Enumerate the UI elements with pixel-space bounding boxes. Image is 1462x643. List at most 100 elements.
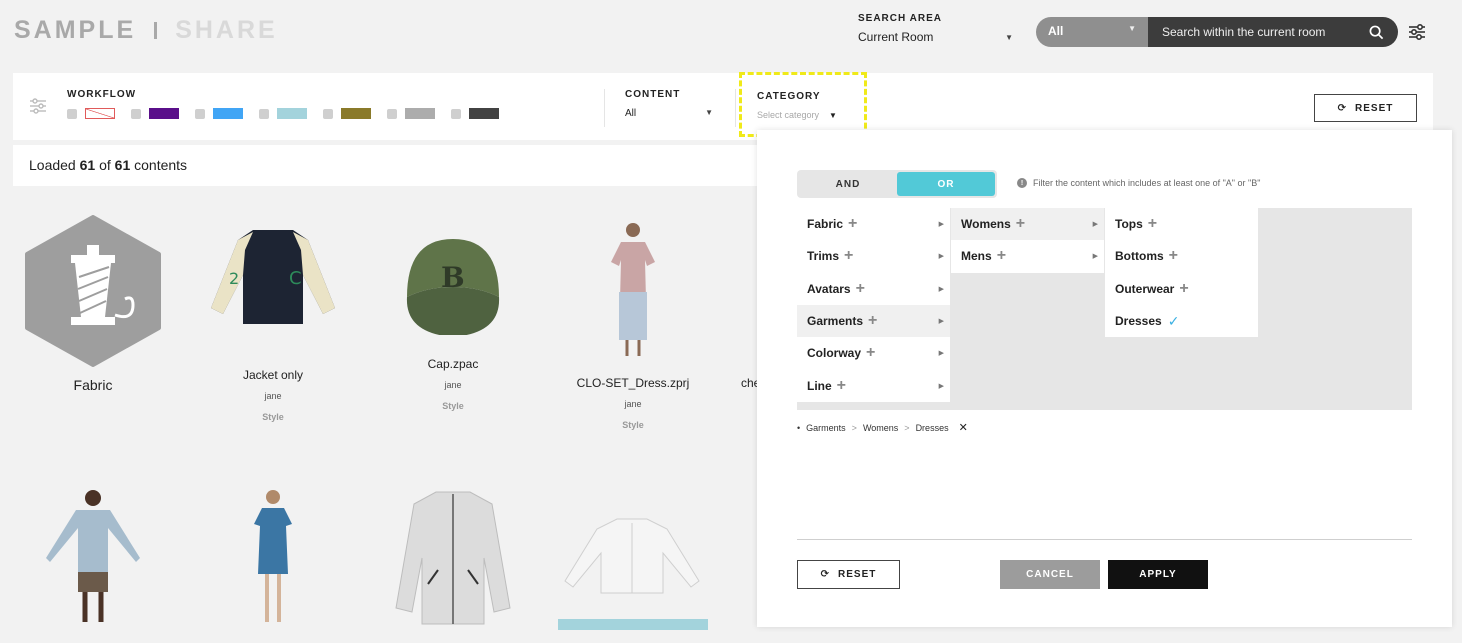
search-input[interactable] xyxy=(1162,25,1362,39)
advanced-settings-icon[interactable] xyxy=(1408,23,1426,41)
category-item[interactable]: Colorway + ▶ xyxy=(797,337,950,370)
workflow-checkbox[interactable] xyxy=(387,108,397,119)
plus-icon[interactable]: + xyxy=(868,313,877,329)
workflow-swatch[interactable] xyxy=(323,108,371,119)
plus-icon[interactable]: + xyxy=(1169,248,1178,264)
category-item[interactable]: Trims + ▶ xyxy=(797,240,950,273)
search-area-dropdown[interactable]: SEARCH AREA Current Room ▼ xyxy=(858,13,1013,44)
filter-sliders-icon[interactable] xyxy=(29,98,47,114)
category-item-label: Fabric xyxy=(807,217,844,232)
cancel-button[interactable]: CANCEL xyxy=(1000,560,1100,589)
check-icon: ✓ xyxy=(1167,312,1180,329)
plus-icon[interactable]: + xyxy=(1016,216,1025,232)
category-item[interactable]: Womens + ▶ xyxy=(951,208,1104,241)
crumb-garments: Garments xyxy=(806,422,846,433)
workflow-swatch[interactable] xyxy=(451,108,499,119)
category-item[interactable]: Avatars + ▶ xyxy=(797,272,950,305)
jacket-thumbnail[interactable] xyxy=(392,488,514,628)
content-value: All xyxy=(625,108,637,119)
category-item-label: Mens xyxy=(961,249,992,264)
plus-icon[interactable]: + xyxy=(1148,216,1157,232)
card-title: Fabric xyxy=(73,377,113,393)
category-item[interactable]: Mens + ▶ xyxy=(951,240,1104,273)
category-item[interactable]: Garments + ▶ xyxy=(797,304,950,338)
workflow-swatch[interactable] xyxy=(195,108,243,119)
category-popup: AND OR ! Filter the content which includ… xyxy=(757,130,1452,627)
jacket-thumbnail: 2 C xyxy=(211,230,335,324)
chevron-right-icon: ▶ xyxy=(938,285,944,293)
workflow-label: WORKFLOW xyxy=(67,89,137,100)
or-toggle-button[interactable]: OR xyxy=(897,172,995,196)
workflow-checkbox[interactable] xyxy=(67,108,77,119)
category-item[interactable]: Tops + xyxy=(1105,208,1258,241)
category-item[interactable]: Bottoms + xyxy=(1105,240,1258,273)
avatar-thumbnail[interactable] xyxy=(40,488,146,628)
workflow-swatch[interactable] xyxy=(67,108,115,119)
card-title: CLO-SET_Dress.zprj xyxy=(576,376,690,390)
category-item-label: Womens xyxy=(961,217,1011,232)
cap-thumbnail: B xyxy=(406,239,500,335)
category-item[interactable]: Outerwear + xyxy=(1105,272,1258,305)
selected-category-breadcrumb: • Garments > Womens > Dresses ✕ xyxy=(797,421,968,434)
category-item-label: Line xyxy=(807,378,832,393)
divider xyxy=(735,89,736,127)
search-area-value: Current Room xyxy=(858,30,934,44)
plus-icon[interactable]: + xyxy=(997,248,1006,264)
card-owner: jane xyxy=(624,399,642,409)
content-card[interactable]: CLO-SET_Dress.zprj jane Style xyxy=(553,220,713,430)
dress-thumbnail[interactable] xyxy=(248,488,298,628)
workflow-checkbox[interactable] xyxy=(195,108,205,119)
workflow-checkbox[interactable] xyxy=(323,108,333,119)
search-scope-select[interactable]: All ▼ xyxy=(1036,17,1148,47)
workflow-checkbox[interactable] xyxy=(451,108,461,119)
svg-text:2: 2 xyxy=(229,269,239,288)
filter-reset-button[interactable]: ⟳ RESET xyxy=(1314,94,1417,122)
card-type: Style xyxy=(622,420,644,430)
category-item-label: Avatars xyxy=(807,281,851,296)
content-label: CONTENT xyxy=(625,89,681,100)
workflow-filter: WORKFLOW xyxy=(67,89,515,119)
caret-down-icon: ▼ xyxy=(705,108,713,117)
remove-selection-close-icon[interactable]: ✕ xyxy=(959,421,968,434)
category-item[interactable]: Fabric + ▶ xyxy=(797,208,950,241)
workflow-checkbox[interactable] xyxy=(259,108,269,119)
plus-icon[interactable]: + xyxy=(837,377,846,394)
crumb-dresses: Dresses xyxy=(915,422,949,433)
content-filter-dropdown[interactable]: CONTENT All ▼ xyxy=(625,89,713,119)
content-card-fabric[interactable]: Fabric xyxy=(13,215,173,393)
apply-button[interactable]: APPLY xyxy=(1108,560,1208,589)
workflow-swatch[interactable] xyxy=(259,108,307,119)
chevron-right-icon: ▶ xyxy=(1092,253,1098,261)
category-item-label: Trims xyxy=(807,249,840,264)
search-icon[interactable] xyxy=(1369,25,1384,40)
category-item-label: Garments xyxy=(807,314,864,329)
workflow-color xyxy=(213,108,243,119)
workflow-swatch[interactable] xyxy=(131,108,179,119)
workflow-swatch[interactable] xyxy=(387,108,435,119)
svg-text:C: C xyxy=(289,268,302,289)
category-filter-dropdown[interactable]: CATEGORY Select category ▼ xyxy=(739,72,867,137)
plus-icon[interactable]: + xyxy=(1179,280,1188,297)
and-toggle-button[interactable]: AND xyxy=(799,172,897,196)
plus-icon[interactable]: + xyxy=(866,345,875,361)
workflow-color xyxy=(85,108,115,119)
category-item-label: Outerwear xyxy=(1115,281,1175,296)
loaded-total: 61 xyxy=(114,157,131,173)
loaded-number: 61 xyxy=(79,157,96,173)
plus-icon[interactable]: + xyxy=(848,216,857,232)
category-item[interactable]: Line + ▶ xyxy=(797,369,950,402)
content-card[interactable]: B Cap.zpac jane Style xyxy=(373,225,533,411)
workflow-color xyxy=(277,108,307,119)
plus-icon[interactable]: + xyxy=(844,248,853,264)
workflow-checkbox[interactable] xyxy=(131,108,141,119)
category-item-label: Tops xyxy=(1115,217,1143,232)
caret-down-icon: ▼ xyxy=(1005,32,1013,42)
popup-reset-button[interactable]: ⟳ RESET xyxy=(797,560,900,589)
plus-icon[interactable]: + xyxy=(856,280,865,297)
fabric-spool-icon xyxy=(25,215,161,367)
category-column-1: Fabric + ▶ Trims + ▶ Avatars + ▶ Garments + ▶ Colorw… xyxy=(797,208,950,410)
shirt-thumbnail[interactable] xyxy=(563,515,701,595)
reset-label: RESET xyxy=(1355,102,1394,114)
category-item[interactable]: Dresses ✓ xyxy=(1105,304,1258,338)
content-card[interactable]: 2 C Jacket only jane Style xyxy=(193,220,353,422)
